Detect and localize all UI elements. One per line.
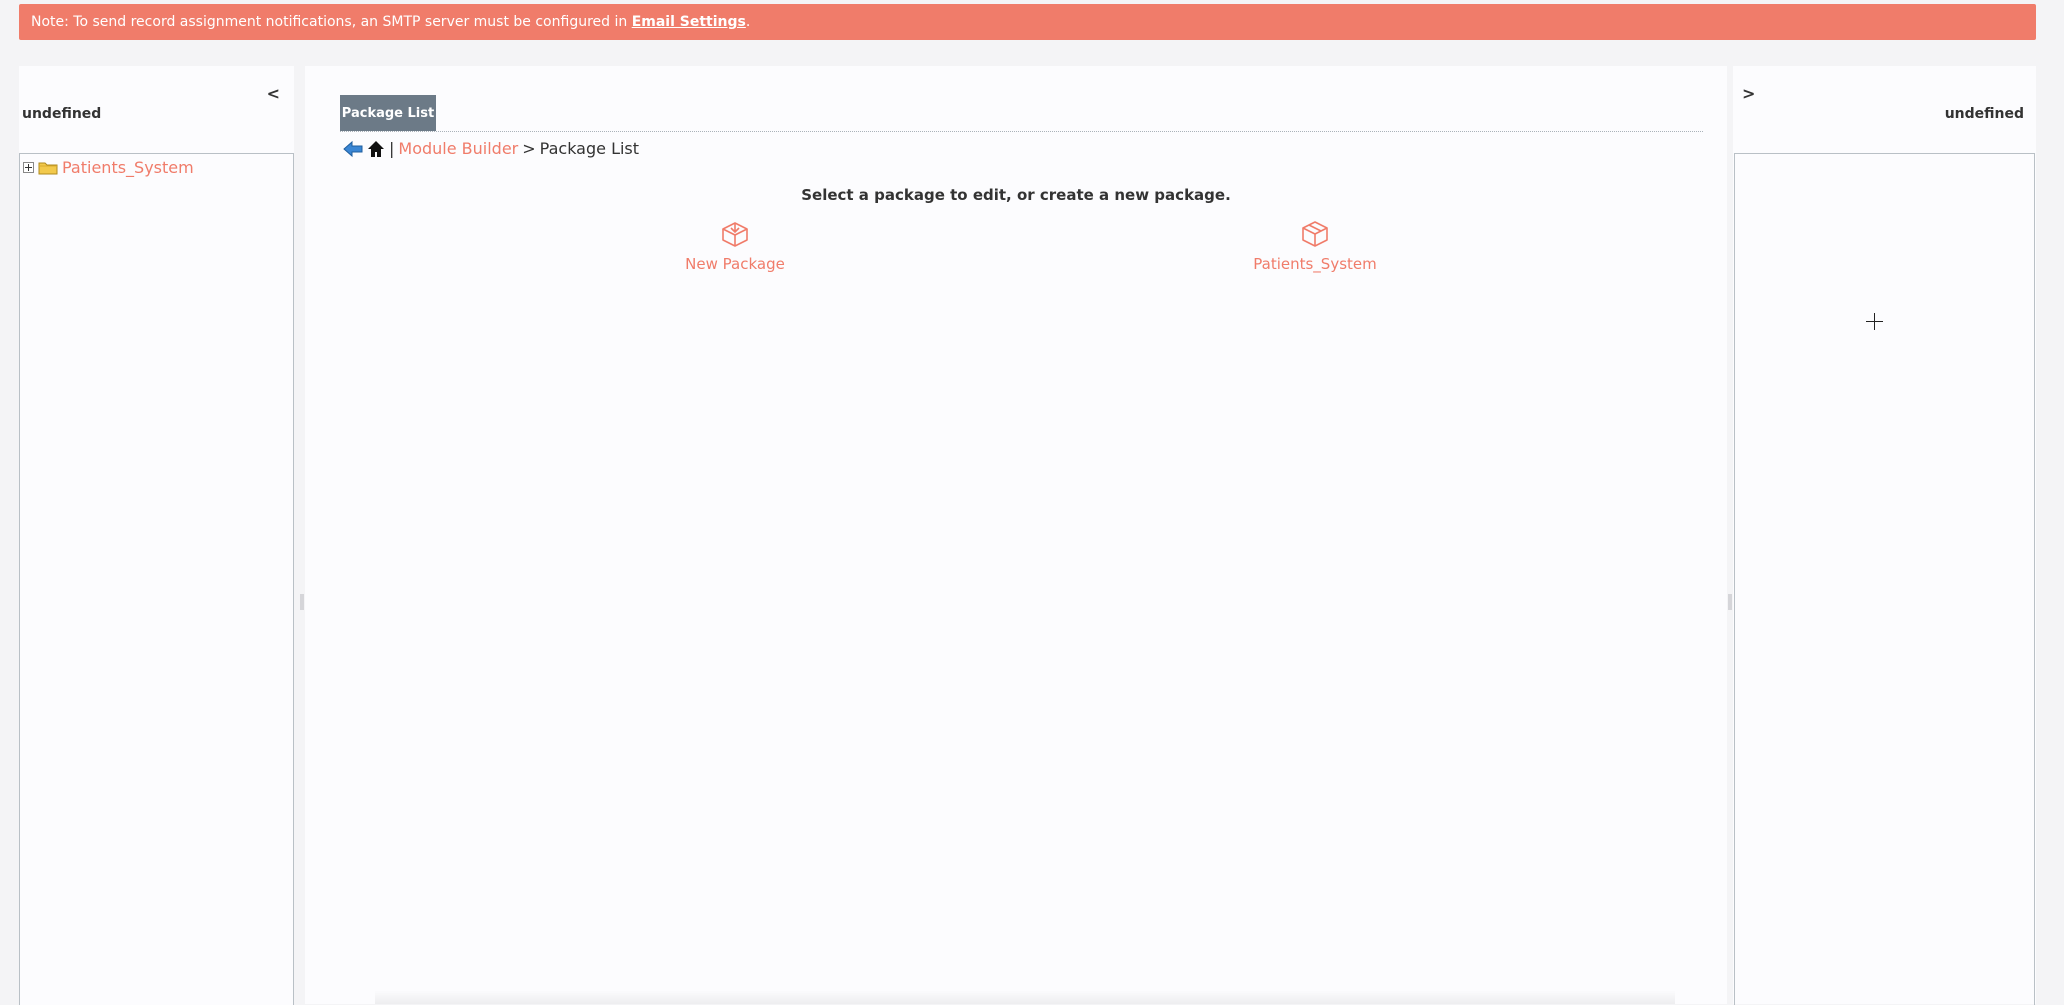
package-icon [1302, 221, 1328, 247]
breadcrumb-separator: | [389, 139, 395, 158]
collapse-left-panel-button[interactable]: < [267, 84, 280, 103]
breadcrumb-arrow: > [522, 139, 536, 158]
notice-text: Note: To send record assignment notifica… [31, 14, 628, 30]
main-panel: Package List | Module Builder > Package … [305, 66, 1727, 1004]
right-panel-content [1734, 153, 2035, 1005]
crosshair-cursor-icon [1866, 313, 1883, 330]
instruction-text: Select a package to edit, or create a ne… [801, 186, 1231, 204]
breadcrumb: | Module Builder > Package List [343, 139, 639, 158]
left-panel-title: undefined [22, 106, 102, 122]
tab-package-list[interactable]: Package List [340, 95, 436, 131]
right-panel: > undefined [1733, 66, 2036, 1005]
smtp-notice-banner: Note: To send record assignment notifica… [19, 4, 2036, 40]
email-settings-link[interactable]: Email Settings [632, 14, 746, 30]
new-package-icon [722, 222, 748, 247]
home-icon[interactable] [367, 140, 385, 158]
breadcrumb-module-builder[interactable]: Module Builder [398, 139, 518, 158]
new-package-label: New Package [685, 255, 785, 273]
notice-suffix: . [745, 14, 751, 30]
package-patients-system-button[interactable]: Patients_System [1245, 219, 1385, 273]
breadcrumb-current: Package List [539, 139, 640, 158]
package-label: Patients_System [1253, 255, 1377, 273]
left-splitter-handle[interactable] [300, 594, 304, 610]
collapse-right-panel-button[interactable]: > [1742, 84, 1755, 103]
back-arrow-icon[interactable] [343, 140, 363, 158]
folder-icon [38, 162, 58, 174]
left-panel: < undefined Patients_System [19, 66, 294, 1005]
tab-divider [340, 131, 1703, 133]
tree-node-label[interactable]: Patients_System [62, 158, 194, 177]
new-package-button[interactable]: New Package [665, 219, 805, 273]
tree-node-patients-system[interactable]: Patients_System [23, 158, 194, 177]
right-panel-title: undefined [1944, 106, 2024, 122]
package-tree: Patients_System [19, 153, 294, 1005]
plus-icon[interactable] [23, 162, 34, 173]
panel-shadow [375, 990, 1675, 1004]
right-splitter-handle[interactable] [1728, 594, 1732, 610]
